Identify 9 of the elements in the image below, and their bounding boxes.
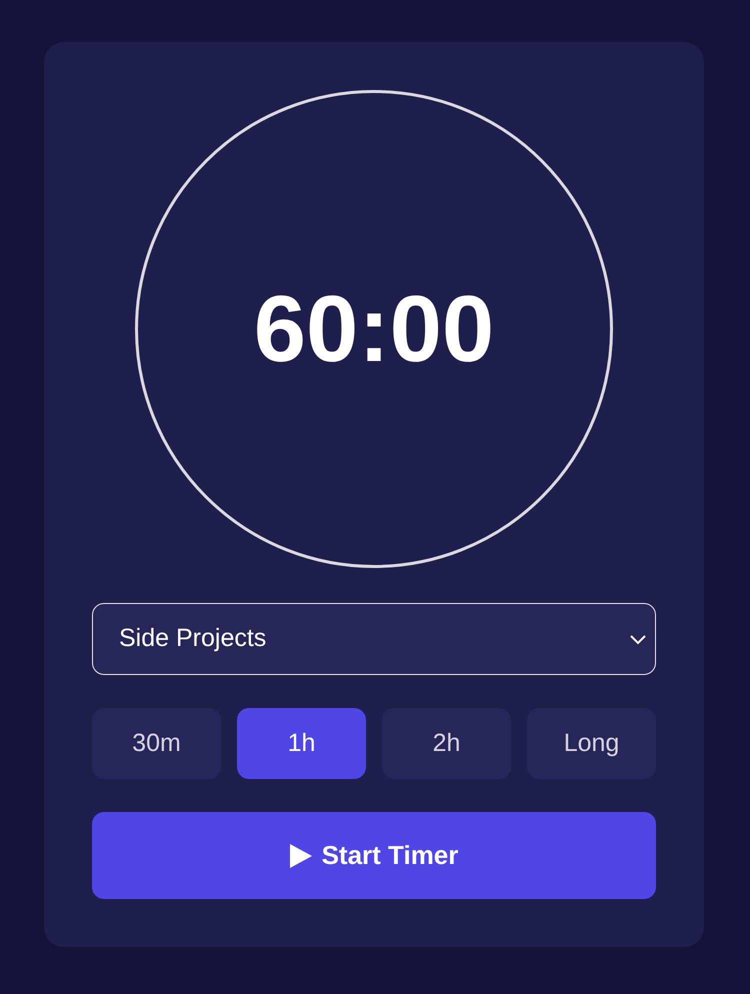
start-timer-button[interactable]: Start Timer xyxy=(92,812,656,899)
duration-button[interactable]: 2h xyxy=(382,708,511,779)
category-select[interactable]: Side Projects xyxy=(92,603,656,675)
timer-display: 60:00 xyxy=(254,282,494,376)
play-icon xyxy=(290,844,312,868)
duration-button[interactable]: Long xyxy=(527,708,656,779)
chevron-down-icon xyxy=(629,633,647,645)
duration-button[interactable]: 30m xyxy=(92,708,221,779)
duration-button[interactable]: 1h xyxy=(237,708,366,779)
